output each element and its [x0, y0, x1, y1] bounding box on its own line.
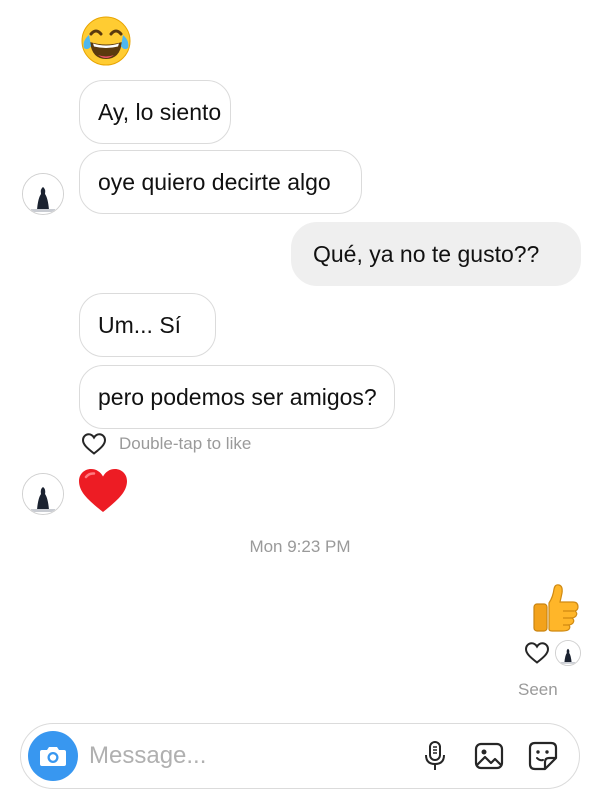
message-bubble-received[interactable]: Ay, lo siento	[79, 80, 231, 144]
avatar-figure-icon	[556, 641, 580, 665]
camera-button[interactable]	[28, 731, 78, 781]
message-input[interactable]	[89, 738, 409, 774]
double-tap-hint: Double-tap to like	[119, 434, 252, 453]
message-bubble-received[interactable]: Um... Sí	[79, 293, 216, 357]
seen-status: Seen	[518, 680, 558, 699]
like-heart-outline-icon[interactable]	[524, 641, 550, 665]
message-bubble-received[interactable]: pero podemos ser amigos?	[79, 365, 395, 429]
gallery-icon[interactable]	[473, 740, 505, 772]
microphone-icon[interactable]	[419, 740, 451, 772]
message-composer	[20, 723, 580, 789]
face-with-tears-of-joy-icon	[80, 15, 132, 67]
thumbs-up-icon	[532, 583, 580, 633]
contact-avatar[interactable]	[22, 473, 64, 515]
camera-icon	[40, 747, 66, 766]
message-bubble-received[interactable]: oye quiero decirte algo	[79, 150, 362, 214]
contact-avatar[interactable]	[22, 173, 64, 215]
timestamp: Mon 9:23 PM	[249, 537, 351, 556]
like-heart-outline-icon[interactable]	[81, 432, 107, 456]
red-heart-icon	[78, 468, 128, 514]
avatar-figure-icon	[23, 474, 63, 514]
sticker-icon[interactable]	[527, 740, 559, 772]
avatar-figure-icon	[23, 174, 63, 214]
message-bubble-sent[interactable]: Qué, ya no te gusto??	[291, 222, 581, 286]
seen-by-avatar	[555, 640, 581, 666]
